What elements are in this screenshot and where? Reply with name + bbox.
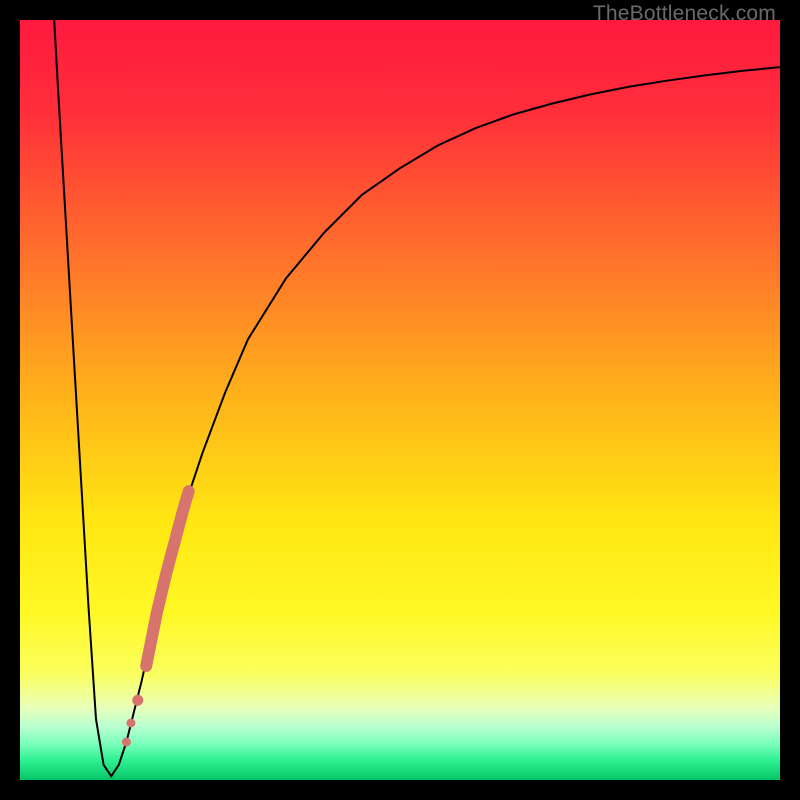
outer-frame: TheBottleneck.com [0,0,800,800]
plot-area [20,20,780,780]
curve-bottleneck-curve [54,20,780,776]
watermark-text: TheBottleneck.com [593,2,776,26]
highlight-dot [141,660,152,671]
highlight-dot [122,738,131,747]
highlight-dot [132,695,143,706]
highlight-segment [146,491,189,666]
chart-svg [20,20,780,780]
highlight-dot [126,719,135,728]
